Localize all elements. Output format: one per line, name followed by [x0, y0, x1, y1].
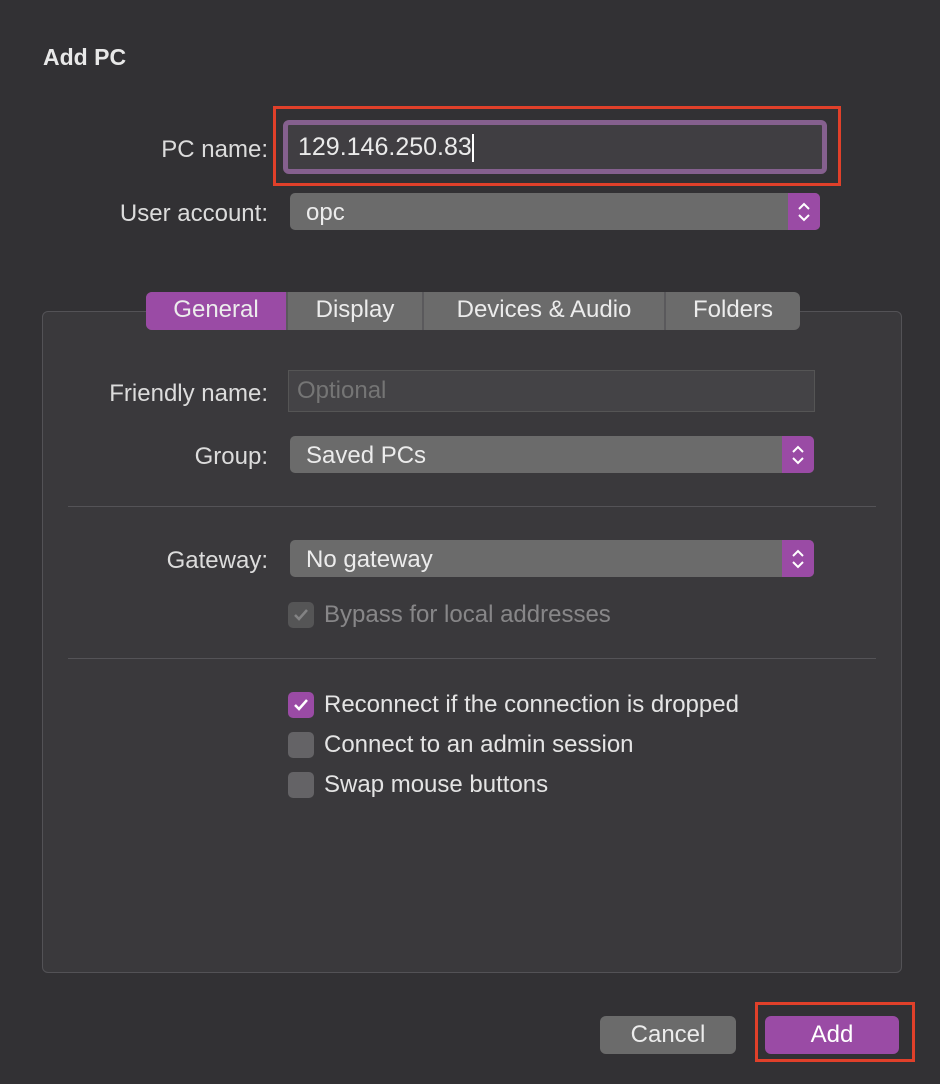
pc-name-value: 129.146.250.83: [298, 133, 472, 161]
group-value: Saved PCs: [306, 442, 427, 469]
swap-mouse-checkbox[interactable]: Swap mouse buttons: [288, 771, 548, 799]
bypass-checkbox[interactable]: Bypass for local addresses: [288, 601, 611, 629]
gateway-value: No gateway: [306, 546, 433, 573]
user-account-select[interactable]: opc: [290, 193, 820, 230]
admin-session-checkbox[interactable]: Connect to an admin session: [288, 731, 634, 759]
user-account-label: User account:: [119, 200, 268, 227]
gateway-select[interactable]: No gateway: [290, 540, 814, 577]
group-select[interactable]: Saved PCs: [290, 436, 814, 473]
swap-mouse-label: Swap mouse buttons: [324, 771, 549, 798]
tab-general[interactable]: General: [146, 292, 288, 330]
dialog-title: Add PC: [43, 44, 127, 70]
checkmark-icon: [288, 602, 314, 628]
friendly-name-input[interactable]: [288, 370, 815, 412]
reconnect-checkbox[interactable]: Reconnect if the connection is dropped: [288, 691, 739, 719]
cancel-button[interactable]: Cancel: [600, 1016, 736, 1054]
checkmark-icon: [288, 692, 314, 718]
user-account-value: opc: [306, 199, 345, 226]
pc-name-input[interactable]: 129.146.250.83: [283, 120, 827, 174]
chevron-updown-icon: [782, 436, 814, 473]
divider: [68, 658, 876, 659]
chevron-updown-icon: [782, 540, 814, 577]
pc-name-label: PC name:: [161, 136, 268, 163]
tab-folders[interactable]: Folders: [666, 292, 800, 330]
bypass-label: Bypass for local addresses: [324, 601, 611, 628]
add-button[interactable]: Add: [765, 1016, 899, 1054]
checkbox-box: [288, 772, 314, 798]
admin-session-label: Connect to an admin session: [324, 731, 634, 758]
friendly-name-label: Friendly name:: [109, 380, 268, 407]
text-caret: [471, 134, 474, 163]
divider: [68, 506, 876, 507]
checkbox-box: [288, 732, 314, 758]
gateway-label: Gateway:: [166, 547, 268, 574]
tab-bar: General Display Devices & Audio Folders: [146, 292, 800, 330]
reconnect-label: Reconnect if the connection is dropped: [324, 691, 739, 718]
tab-display[interactable]: Display: [288, 292, 424, 330]
group-label: Group:: [194, 443, 268, 470]
tab-devices-audio[interactable]: Devices & Audio: [424, 292, 666, 330]
chevron-updown-icon: [788, 193, 820, 230]
